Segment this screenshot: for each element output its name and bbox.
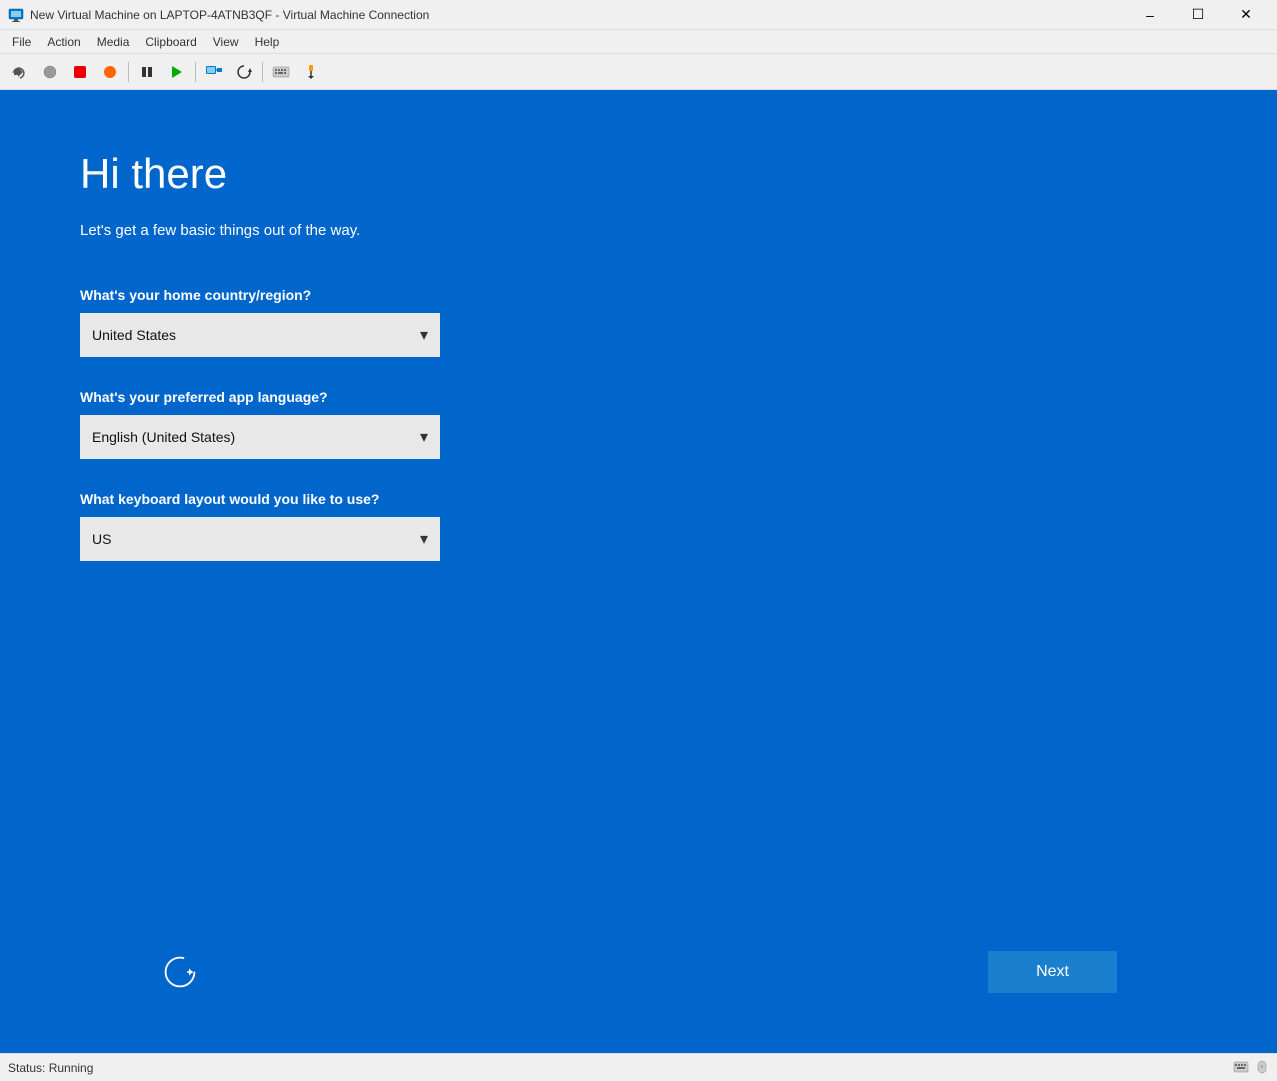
- vm-content: Hi there Let's get a few basic things ou…: [0, 90, 1277, 1053]
- keyboard-select[interactable]: US: [80, 517, 440, 561]
- power-icon: [102, 64, 118, 80]
- menu-bar: File Action Media Clipboard View Help: [0, 30, 1277, 54]
- tb-pause-button[interactable]: [133, 58, 161, 86]
- next-button[interactable]: Next: [988, 951, 1117, 993]
- keyboard-select-wrapper: US: [80, 517, 440, 561]
- tb-stop-button[interactable]: [36, 58, 64, 86]
- menu-media[interactable]: Media: [89, 33, 138, 51]
- reset-icon: [236, 64, 252, 80]
- tb-play-button[interactable]: [163, 58, 191, 86]
- language-select-wrapper: English (United States): [80, 415, 440, 459]
- language-select[interactable]: English (United States): [80, 415, 440, 459]
- circular-arrow-icon: [162, 954, 198, 990]
- language-group: What's your preferred app language? Engl…: [80, 389, 1197, 459]
- tb-shutdown-button[interactable]: [66, 58, 94, 86]
- keyboard-group: What keyboard layout would you like to u…: [80, 491, 1197, 561]
- bottom-bar: Next: [80, 951, 1197, 1033]
- status-right-icons: [1233, 1060, 1269, 1076]
- toolbar-separator-2: [195, 62, 196, 82]
- back-icon: [12, 64, 28, 80]
- menu-file[interactable]: File: [4, 33, 39, 51]
- toolbar-separator-3: [262, 62, 263, 82]
- tb-power-button[interactable]: [96, 58, 124, 86]
- keyboard-status-icon: [1233, 1060, 1251, 1076]
- country-group: What's your home country/region? United …: [80, 287, 1197, 357]
- usb-icon: [303, 64, 319, 80]
- tb-reset-button[interactable]: [230, 58, 258, 86]
- keyboard-label: What keyboard layout would you like to u…: [80, 491, 1197, 507]
- tb-keyboard-button[interactable]: [267, 58, 295, 86]
- country-label: What's your home country/region?: [80, 287, 1197, 303]
- keyboard-icon: [272, 65, 290, 79]
- heading: Hi there: [80, 150, 1197, 198]
- menu-clipboard[interactable]: Clipboard: [137, 33, 204, 51]
- setup-container: Hi there Let's get a few basic things ou…: [0, 90, 1277, 1053]
- country-select[interactable]: United States: [80, 313, 440, 357]
- menu-action[interactable]: Action: [39, 33, 88, 51]
- connect-icon: [205, 64, 223, 80]
- pause-icon: [140, 65, 154, 79]
- window-title: New Virtual Machine on LAPTOP-4ATNB3QF -…: [30, 8, 429, 22]
- minimize-button[interactable]: –: [1127, 0, 1173, 30]
- status-text: Status: Running: [8, 1061, 93, 1075]
- title-bar: New Virtual Machine on LAPTOP-4ATNB3QF -…: [0, 0, 1277, 30]
- tb-back-button[interactable]: [6, 58, 34, 86]
- subtitle: Let's get a few basic things out of the …: [80, 222, 1197, 239]
- tb-connect-button[interactable]: [200, 58, 228, 86]
- reset-progress-icon: [160, 952, 200, 992]
- toolbar-separator-1: [128, 62, 129, 82]
- mouse-status-icon: [1255, 1060, 1269, 1076]
- menu-view[interactable]: View: [205, 33, 247, 51]
- shutdown-icon: [72, 64, 88, 80]
- toolbar: [0, 54, 1277, 90]
- tb-usb-button[interactable]: [297, 58, 325, 86]
- title-bar-left: New Virtual Machine on LAPTOP-4ATNB3QF -…: [8, 7, 429, 23]
- maximize-button[interactable]: ☐: [1175, 0, 1221, 30]
- close-button[interactable]: ✕: [1223, 0, 1269, 30]
- menu-help[interactable]: Help: [247, 33, 288, 51]
- vm-icon: [8, 7, 24, 23]
- country-select-wrapper: United States: [80, 313, 440, 357]
- status-bar: Status: Running: [0, 1053, 1277, 1081]
- title-bar-controls: – ☐ ✕: [1127, 0, 1269, 30]
- play-icon: [170, 65, 184, 79]
- stop-icon: [42, 64, 58, 80]
- language-label: What's your preferred app language?: [80, 389, 1197, 405]
